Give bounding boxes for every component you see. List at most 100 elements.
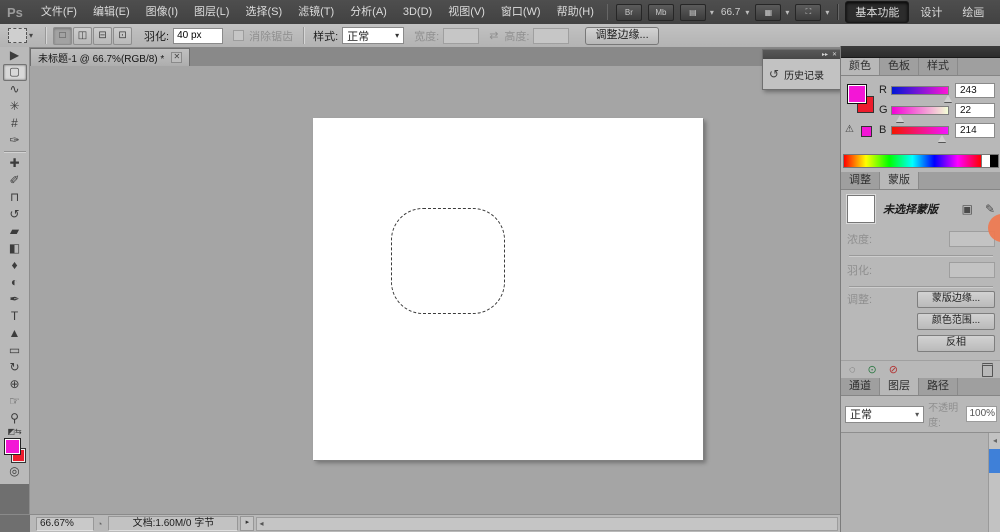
workspace-essentials-button[interactable]: 基本功能 [845, 1, 910, 23]
default-colors-icon[interactable]: ◩ [7, 427, 15, 436]
add-vector-mask-icon[interactable]: ✎ [985, 202, 995, 216]
type-tool[interactable]: T [3, 308, 27, 325]
antialias-checkbox[interactable] [233, 30, 245, 41]
marquee-selection[interactable] [391, 208, 505, 314]
brush-tool[interactable]: ✐ [3, 172, 27, 189]
delete-mask-icon[interactable] [982, 362, 993, 377]
crop-tool[interactable]: # [3, 115, 27, 132]
collapse-panel-icon[interactable]: ▸▸ [822, 51, 828, 59]
3d-orbit-tool[interactable]: ⊕ [3, 376, 27, 393]
feather-input[interactable] [173, 27, 224, 44]
gamut-warning-icon[interactable]: ⚠ [845, 124, 854, 135]
intersect-selection-button[interactable]: ⊡ [113, 26, 133, 45]
tool-preset-dropdown-icon[interactable]: ▾ [29, 31, 33, 40]
mask-edge-button[interactable]: 蒙版边缘... [917, 291, 995, 308]
tab-swatches[interactable]: 色板 [880, 58, 919, 75]
workspace-photography-button[interactable]: 摄影 [995, 2, 1000, 22]
close-panel-icon[interactable]: ✕ [832, 51, 837, 59]
add-pixel-mask-icon[interactable]: ▣ [962, 202, 973, 216]
screen-mode-dropdown-icon[interactable]: ▾ [825, 8, 829, 17]
invert-button[interactable]: 反相 [917, 335, 995, 352]
color-spectrum-bar[interactable] [843, 154, 999, 168]
style-select[interactable]: 正常 ▾ [342, 27, 405, 44]
spectrum-black[interactable] [990, 155, 998, 167]
history-panel-body[interactable]: ↺ 历史记录 [763, 59, 840, 89]
menu-file[interactable]: 文件(F) [33, 1, 85, 24]
blend-mode-select[interactable]: 正常 ▾ [845, 405, 925, 423]
rectangular-marquee-tool[interactable]: ▢ [2, 64, 27, 81]
blur-tool[interactable]: ♦ [3, 257, 27, 274]
menu-image[interactable]: 图像(I) [138, 1, 186, 24]
spot-healing-brush-tool[interactable]: ✚ [3, 155, 27, 172]
mask-thumbnail[interactable] [847, 195, 875, 223]
scroll-left-icon[interactable]: ◂ [259, 519, 263, 528]
selected-panel-item[interactable] [989, 449, 1000, 473]
canvas-workspace[interactable] [30, 66, 840, 515]
new-selection-button[interactable]: □ [53, 26, 73, 45]
mini-bridge-icon[interactable]: Mb [647, 3, 674, 21]
add-to-selection-button[interactable]: ◫ [73, 26, 93, 45]
zoom-dropdown-icon[interactable]: ▾ [745, 8, 749, 17]
tab-layers[interactable]: 图层 [880, 378, 919, 395]
blue-value-input[interactable]: 214 [955, 122, 995, 138]
red-value-input[interactable]: 243 [955, 82, 995, 98]
layers-list[interactable]: ◂ ≡ [841, 432, 1000, 532]
history-brush-tool[interactable]: ↺ [3, 206, 27, 223]
tab-paths[interactable]: 路径 [919, 378, 958, 395]
screen-mode-icon[interactable]: ⛶ [795, 3, 822, 21]
red-slider[interactable] [891, 85, 953, 102]
green-slider[interactable] [891, 105, 949, 122]
menu-window[interactable]: 窗口(W) [493, 1, 549, 24]
foreground-color-swatch[interactable] [3, 438, 21, 455]
marquee-tool-preset-icon[interactable] [8, 28, 27, 43]
workspace-painting-button[interactable]: 绘画 [953, 2, 993, 22]
opacity-input[interactable]: 100% [966, 406, 997, 422]
spectrum-white[interactable] [981, 155, 990, 167]
status-zoom-input[interactable]: 66.67% [36, 516, 94, 531]
path-selection-tool[interactable]: ▲ [3, 325, 27, 342]
rectangle-tool[interactable]: ▭ [3, 342, 27, 359]
refine-edge-button[interactable]: 调整边缘... [585, 26, 659, 45]
color-range-button[interactable]: 颜色范围... [917, 313, 995, 330]
tab-color[interactable]: 颜色 [841, 58, 880, 75]
load-selection-from-mask-icon[interactable]: ◌ [849, 364, 856, 376]
dodge-tool[interactable]: ◐ [3, 274, 27, 291]
workspace-design-button[interactable]: 设计 [911, 2, 951, 22]
green-value-input[interactable]: 22 [955, 102, 995, 118]
subtract-from-selection-button[interactable]: ⊟ [93, 26, 113, 45]
menu-edit[interactable]: 编辑(E) [85, 1, 138, 24]
tab-masks[interactable]: 蒙版 [880, 172, 919, 189]
view-extras-dropdown-icon[interactable]: ▾ [785, 8, 789, 17]
menu-3d[interactable]: 3D(D) [395, 1, 440, 24]
menu-layer[interactable]: 图层(L) [186, 1, 237, 24]
menu-view[interactable]: 视图(V) [440, 1, 493, 24]
blue-slider[interactable] [891, 125, 949, 142]
menu-help[interactable]: 帮助(H) [549, 1, 602, 24]
menu-select[interactable]: 选择(S) [237, 1, 290, 24]
eyedropper-tool[interactable]: ✑ [3, 132, 27, 149]
tab-adjustments[interactable]: 调整 [841, 172, 880, 189]
view-extras-icon[interactable]: ▦ [755, 3, 782, 21]
menu-analysis[interactable]: 分析(A) [342, 1, 395, 24]
document-horizontal-scrollbar[interactable]: ◂ [256, 516, 838, 531]
spectrum-gradient[interactable] [844, 155, 981, 167]
bridge-icon[interactable]: Br [615, 3, 642, 21]
3d-rotate-tool[interactable]: ↻ [3, 359, 27, 376]
clone-stamp-tool[interactable]: ⊓ [3, 189, 27, 206]
arrange-documents-icon[interactable]: ▤ [679, 3, 706, 21]
disable-mask-icon[interactable]: ⊘ [889, 363, 898, 376]
document-tab[interactable]: 未标题-1 @ 66.7%(RGB/8) * ✕ [30, 48, 191, 66]
document-close-icon[interactable]: ✕ [171, 52, 183, 63]
tab-channels[interactable]: 通道 [841, 378, 880, 395]
apply-mask-icon[interactable]: ⊙ [868, 363, 877, 376]
menu-filter[interactable]: 滤镜(T) [290, 1, 342, 24]
swap-dimensions-icon[interactable]: ⇄ [489, 29, 498, 42]
canvas[interactable] [313, 118, 703, 460]
swap-colors-icon[interactable]: ⇆ [15, 427, 22, 436]
move-tool[interactable]: ▶ [3, 47, 27, 64]
status-menu-icon[interactable]: ▸ [240, 516, 255, 531]
dock-header[interactable] [841, 46, 1000, 58]
eraser-tool[interactable]: ▰ [3, 223, 27, 240]
zoom-tool[interactable]: ⚲ [3, 410, 27, 427]
arrange-dropdown-icon[interactable]: ▾ [710, 8, 714, 17]
